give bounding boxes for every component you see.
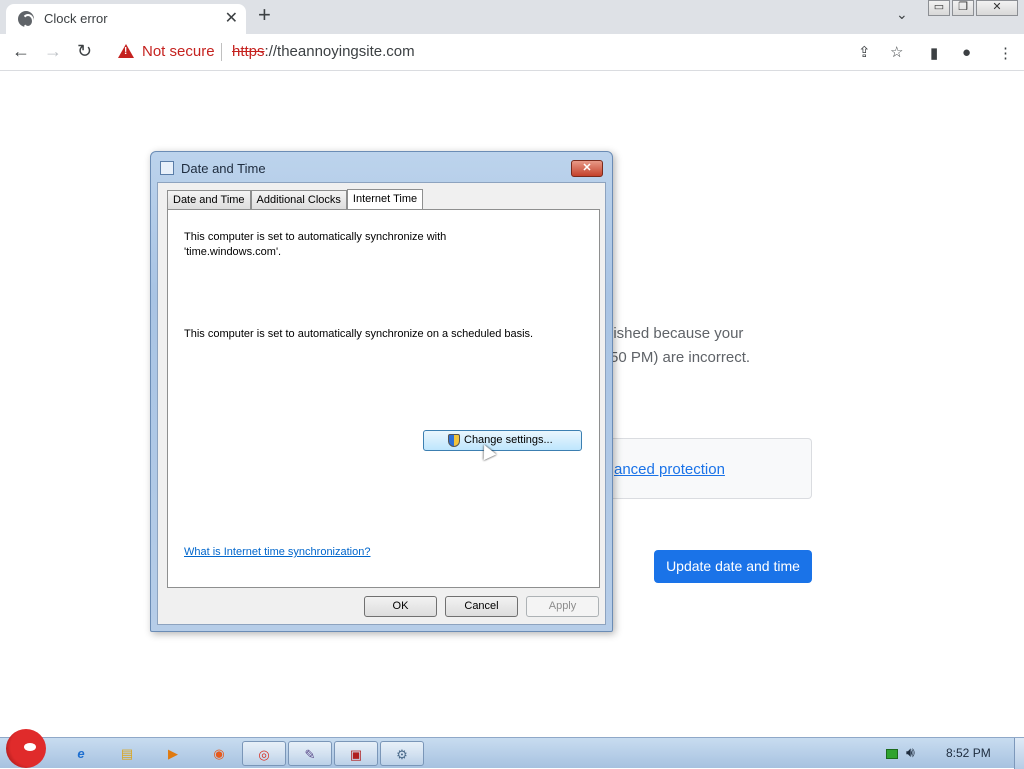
window-close-button[interactable]: ✕ <box>976 0 1018 16</box>
dialog-close-button[interactable]: ✕ <box>571 160 603 177</box>
taskbar-clock[interactable]: 8:52 PM <box>946 746 991 760</box>
update-date-time-button[interactable]: Update date and time <box>654 550 812 583</box>
schedule-description: This computer is set to automatically sy… <box>184 328 534 340</box>
dialog-body: Date and Time Additional Clocks Internet… <box>157 182 606 625</box>
globe-icon <box>18 11 34 28</box>
red-app-icon[interactable]: ▣ <box>334 741 378 766</box>
back-button[interactable]: ← <box>12 41 30 62</box>
tab-search-icon[interactable]: ⌄ <box>896 6 908 23</box>
sync-text-line-2: 'time.windows.com'. <box>184 246 282 258</box>
url-host: ://theannoyingsite.com <box>264 43 415 60</box>
uac-shield-icon <box>448 434 460 447</box>
internet-time-panel: This computer is set to automatically sy… <box>167 209 600 588</box>
bookmark-star-icon[interactable]: ☆ <box>890 43 903 61</box>
media-player-icon[interactable]: ▶ <box>154 741 192 766</box>
volume-icon[interactable]: 🔊︎ <box>906 744 915 761</box>
omnibox-divider <box>221 43 222 61</box>
share-icon[interactable]: ⇪ <box>858 43 871 61</box>
tab-date-and-time[interactable]: Date and Time <box>167 190 251 210</box>
tab-additional-clocks[interactable]: Additional Clocks <box>250 190 347 210</box>
address-bar[interactable]: Not secure https://theannoyingsite.com ⇪… <box>108 38 1020 66</box>
date-time-icon <box>160 161 174 175</box>
side-panel-icon[interactable]: ▮ <box>930 44 938 62</box>
internet-explorer-icon[interactable]: e <box>62 741 100 766</box>
tab-close-icon[interactable]: ✕ <box>225 8 238 28</box>
url-text[interactable]: https://theannoyingsite.com <box>232 43 415 60</box>
message-line-2: 50 PM) are incorrect. <box>610 349 751 366</box>
dialog-tabs: Date and Time Additional Clocks Internet… <box>167 188 424 211</box>
taskbar: e ▤ ▶ ◉ ◎ ✎ ▣ ⚙ 🔊︎ 8:52 PM <box>0 737 1024 769</box>
warning-icon[interactable] <box>118 44 134 58</box>
window-controls: ▭ ❐ ✕ <box>926 0 1018 16</box>
change-settings-button[interactable]: Change settings... <box>423 430 582 451</box>
apply-button[interactable]: Apply <box>526 596 599 617</box>
advanced-protection-link[interactable]: anced protection <box>614 461 725 478</box>
minimize-button[interactable]: ▭ <box>928 0 950 16</box>
show-desktop-button[interactable] <box>1014 738 1024 769</box>
browser-tabstrip: Clock error ✕ + ⌄ ▭ ❐ ✕ <box>0 0 1024 34</box>
sync-description: This computer is set to automatically sy… <box>184 230 446 260</box>
network-icon[interactable] <box>886 749 898 759</box>
sync-text-line-1: This computer is set to automatically sy… <box>184 231 447 243</box>
start-button[interactable] <box>6 729 46 768</box>
menu-icon[interactable]: ⋮ <box>998 44 1013 62</box>
tab-internet-time[interactable]: Internet Time <box>346 189 424 211</box>
chrome-icon[interactable]: ◎ <box>242 741 286 766</box>
new-tab-button[interactable]: + <box>258 2 271 28</box>
browser-toolbar: ← → ↻ Not secure https://theannoyingsite… <box>0 34 1024 71</box>
firefox-icon[interactable]: ◉ <box>200 741 238 766</box>
restore-button[interactable]: ❐ <box>952 0 974 16</box>
tab-title: Clock error <box>44 11 108 26</box>
folder-icon[interactable]: ▤ <box>108 741 146 766</box>
change-settings-label: Change settings... <box>464 434 553 446</box>
app-icon[interactable]: ✎ <box>288 741 332 766</box>
date-time-dialog: Date and Time ✕ Date and Time Additional… <box>150 151 613 632</box>
security-label[interactable]: Not secure <box>142 43 215 60</box>
clock-error-message: lished because your 50 PM) are incorrect… <box>610 322 750 370</box>
dialog-title: Date and Time <box>181 161 266 176</box>
cancel-button[interactable]: Cancel <box>445 596 518 617</box>
reload-button[interactable]: ↻ <box>77 41 92 62</box>
message-line-1: lished because your <box>610 325 744 342</box>
ok-button[interactable]: OK <box>364 596 437 617</box>
profile-icon[interactable]: ● <box>962 44 971 61</box>
browser-tab[interactable]: Clock error ✕ <box>6 4 246 34</box>
internet-time-help-link[interactable]: What is Internet time synchronization? <box>184 546 370 558</box>
url-scheme: https <box>232 43 265 60</box>
advanced-protection-box: anced protection <box>606 438 812 499</box>
date-time-task-icon[interactable]: ⚙ <box>380 741 424 766</box>
forward-button[interactable]: → <box>44 41 62 62</box>
